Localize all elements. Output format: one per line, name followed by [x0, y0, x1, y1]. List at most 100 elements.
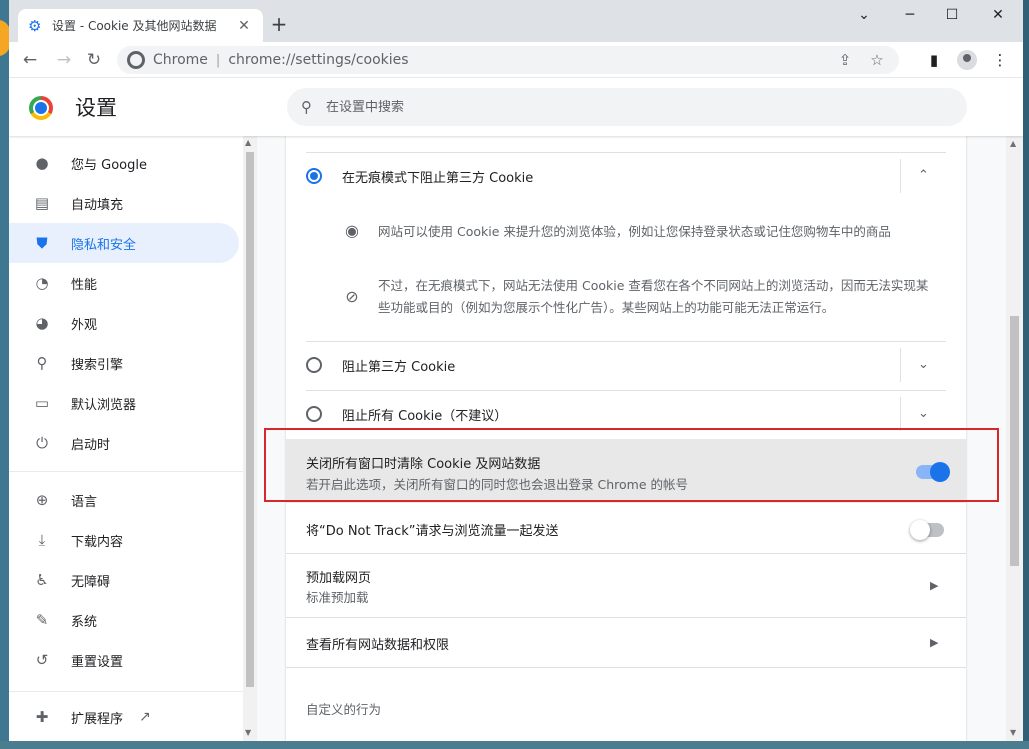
download-icon: ⤓ [38, 531, 46, 549]
sidebar-item-label: 自动填充 [71, 197, 124, 213]
divider [306, 390, 946, 391]
chrome-logo-icon [29, 96, 53, 120]
clipboard-icon: ▤ [34, 194, 50, 212]
scroll-up-arrow-icon[interactable]: ▲ [245, 138, 251, 147]
sidebar-item-search-engine[interactable]: ⚲ 搜索引擎 [9, 343, 239, 383]
maximize-button[interactable]: ☐ [929, 0, 975, 30]
sidebar-item-default-browser[interactable]: ▭ 默认浏览器 [9, 383, 239, 423]
arrow-right-icon[interactable]: ▶ [930, 579, 938, 592]
tab-search-chevron-icon[interactable]: ⌄ [841, 0, 887, 30]
tab-close-icon[interactable]: ✕ [235, 17, 253, 35]
option-label: 在无痕模式下阻止第三方 Cookie [342, 170, 534, 186]
search-icon: ⚲ [301, 98, 312, 116]
preload-title[interactable]: 预加载网页 [306, 567, 371, 586]
omnibox-scheme: Chrome [153, 52, 208, 68]
sidebar-item-label: 系统 [71, 614, 98, 630]
main-scrollbar[interactable]: ▲ ▼ [1006, 136, 1023, 741]
option-label: 阻止所有 Cookie（不建议） [342, 408, 508, 424]
option-block-all[interactable]: 阻止所有 Cookie（不建议） ⌄ [286, 397, 966, 431]
sidebar-scrollbar[interactable]: ▲ ▼ [243, 136, 257, 741]
profile-avatar-button[interactable] [954, 47, 980, 73]
sidebar-item-label: 扩展程序 [71, 711, 124, 727]
more-menu-icon[interactable]: ⋮ [987, 47, 1013, 73]
reload-icon[interactable]: ↻ [81, 47, 107, 73]
puzzle-icon: ✚ [35, 708, 49, 726]
sidebar-item-autofill[interactable]: ▤ 自动填充 [9, 183, 239, 223]
chevron-down-icon[interactable]: ⌄ [900, 348, 946, 382]
sidebar-item-extensions[interactable]: ✚ 扩展程序 ↗ [9, 697, 239, 737]
divider [306, 341, 946, 342]
browser-icon: ▭ [34, 394, 50, 412]
back-arrow-icon[interactable]: ← [17, 47, 43, 73]
omnibox-url[interactable]: chrome://settings/cookies [228, 52, 825, 68]
chevron-up-icon[interactable]: ⌃ [900, 159, 946, 193]
arrow-right-icon[interactable]: ▶ [930, 636, 938, 649]
sidebar-item-system[interactable]: ✎ 系统 [9, 600, 239, 640]
custom-behaviors-heading: 自定义的行为 [306, 702, 382, 717]
do-not-track-toggle[interactable] [910, 520, 944, 540]
open-in-new-icon: ↗ [139, 709, 151, 725]
divider [286, 617, 966, 618]
divider [286, 553, 966, 554]
sidebar-item-label: 默认浏览器 [71, 397, 137, 413]
chrome-site-icon [127, 51, 145, 69]
scroll-up-arrow-icon[interactable]: ▲ [1010, 139, 1016, 148]
sidebar-divider [9, 471, 243, 472]
divider [306, 152, 946, 153]
sidebar-item-label: 外观 [71, 317, 98, 333]
sidebar-item-languages[interactable]: ⊕ 语言 [9, 480, 239, 520]
palette-icon: ◕ [35, 314, 49, 332]
wrench-icon: ✎ [35, 611, 49, 629]
sidebar-item-reset[interactable]: ↺ 重置设置 [9, 640, 239, 680]
highlight-annotation-box [264, 428, 999, 502]
sidebar-scroll-thumb[interactable] [246, 152, 254, 687]
chevron-down-icon[interactable]: ⌄ [900, 397, 946, 431]
sidebar-item-label: 无障碍 [71, 574, 111, 590]
scroll-down-arrow-icon[interactable]: ▼ [245, 728, 251, 737]
share-icon[interactable]: ⇪ [833, 51, 857, 69]
scroll-down-arrow-icon[interactable]: ▼ [1010, 728, 1016, 737]
shield-icon: ⛊ [36, 234, 48, 252]
option-block-third-party-incognito[interactable]: 在无痕模式下阻止第三方 Cookie ⌃ [286, 159, 966, 193]
divider [286, 667, 966, 668]
sidebar-item-label: 重置设置 [71, 654, 124, 670]
new-tab-button[interactable]: + [267, 13, 291, 37]
browser-window: ⚙ 设置 - Cookie 及其他网站数据 ✕ + ⌄ ─ ☐ ✕ ← → ↻ … [9, 0, 1023, 741]
active-tab[interactable]: ⚙ 设置 - Cookie 及其他网站数据 ✕ [18, 9, 263, 42]
description-text: 网站可以使用 Cookie 来提升您的浏览体验，例如让您保持登录状态或记住您购物… [378, 224, 891, 239]
radio-block-third-party-incognito[interactable] [306, 168, 322, 184]
title-bar: ⚙ 设置 - Cookie 及其他网站数据 ✕ + ⌄ ─ ☐ ✕ [9, 0, 1023, 42]
minimize-button[interactable]: ─ [887, 0, 933, 30]
sidebar-item-on-startup[interactable]: ⏻ 启动时 [9, 423, 239, 463]
settings-header: 设置 ⚲ [9, 78, 1023, 136]
main-scroll-thumb[interactable] [1010, 316, 1019, 566]
all-site-data-link[interactable]: 查看所有网站数据和权限 [306, 634, 449, 653]
address-bar[interactable]: Chrome | chrome://settings/cookies ⇪ ☆ [117, 46, 899, 74]
desktop-background-bottom [0, 741, 1029, 749]
forward-arrow-icon[interactable]: → [51, 47, 77, 73]
sidebar-item-accessibility[interactable]: ♿ 无障碍 [9, 560, 239, 600]
close-window-button[interactable]: ✕ [975, 0, 1021, 30]
side-panel-icon[interactable]: ▮ [921, 47, 947, 73]
bookmark-star-icon[interactable]: ☆ [865, 51, 889, 69]
sidebar-item-downloads[interactable]: ⤓ 下载内容 [9, 520, 239, 560]
tab-title: 设置 - Cookie 及其他网站数据 [52, 19, 217, 33]
sidebar-item-label: 下载内容 [71, 534, 124, 550]
sidebar-item-privacy[interactable]: ⛊ 隐私和安全 [9, 223, 239, 263]
desktop-background-right [1023, 0, 1029, 749]
toggle-knob [910, 520, 930, 540]
settings-search[interactable]: ⚲ [287, 88, 967, 126]
option-block-third-party[interactable]: 阻止第三方 Cookie ⌄ [286, 348, 966, 382]
sidebar-item-appearance[interactable]: ◕ 外观 [9, 303, 239, 343]
radio-block-third-party[interactable] [306, 357, 322, 373]
radio-block-all[interactable] [306, 406, 322, 422]
search-icon: ⚲ [36, 354, 48, 372]
sidebar-item-you-and-google[interactable]: ● 您与 Google [9, 143, 239, 183]
sidebar-item-label: 语言 [71, 494, 98, 510]
settings-gear-icon: ⚙ [28, 16, 42, 35]
blocked-icon: ⊘ [345, 287, 359, 306]
settings-search-input[interactable] [326, 99, 953, 115]
sidebar-item-label: 搜索引擎 [71, 357, 124, 373]
sidebar-item-label: 隐私和安全 [71, 237, 137, 253]
sidebar-item-performance[interactable]: ◔ 性能 [9, 263, 239, 303]
